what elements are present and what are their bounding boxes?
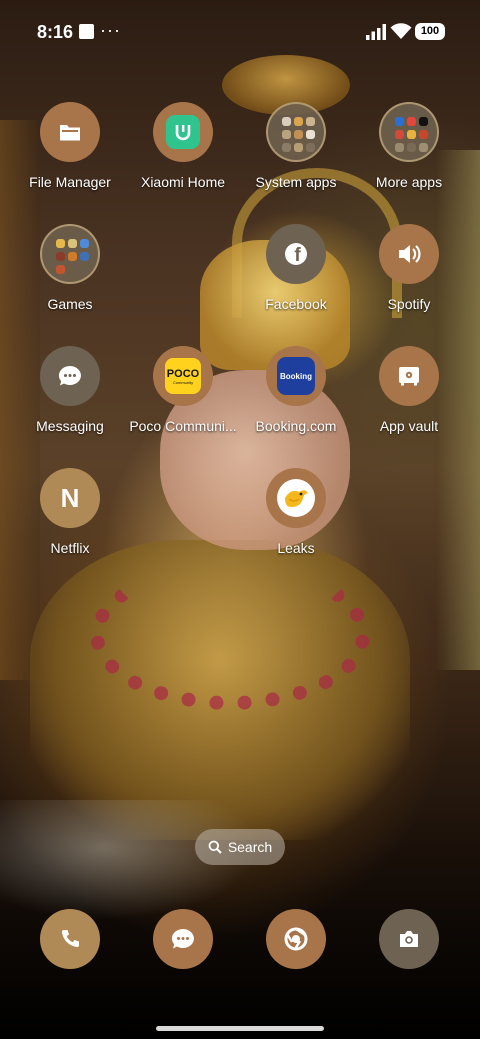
dock-chrome[interactable] xyxy=(266,909,326,969)
phone-icon xyxy=(62,930,79,947)
dock-phone[interactable] xyxy=(40,909,100,969)
app-label: Xiaomi Home xyxy=(140,174,226,190)
wallpaper-garland xyxy=(90,560,370,710)
facebook-icon: f xyxy=(266,224,326,284)
app-label: Facebook xyxy=(265,296,327,312)
mi-home-icon xyxy=(153,102,213,162)
app-label: Spotify xyxy=(387,296,431,312)
app-label: More apps xyxy=(375,174,443,190)
status-time: 8:16 xyxy=(37,22,74,42)
dock-messages[interactable] xyxy=(153,909,213,969)
search-label: Search xyxy=(227,839,273,855)
wifi-icon xyxy=(390,23,412,39)
app-spotify[interactable]: Spotify xyxy=(349,224,469,313)
app-file-manager[interactable]: File Manager xyxy=(10,102,130,191)
poco-logo-text: POCO xyxy=(166,367,200,380)
app-label: File Manager xyxy=(29,174,111,190)
folder-system-apps[interactable]: System apps xyxy=(236,102,356,191)
app-label: App vault xyxy=(379,418,439,434)
poco-icon: POCO Community xyxy=(153,346,213,406)
poco-logo-subtext: Community xyxy=(172,379,194,385)
message-bubble-icon xyxy=(40,346,100,406)
status-bar: 8:16 ··· 100 xyxy=(0,0,480,64)
bird-icon xyxy=(266,468,326,528)
folder-grid-icon xyxy=(379,102,439,162)
app-label: Booking.com xyxy=(255,418,337,434)
app-label: System apps xyxy=(255,174,337,190)
booking-logo-text: Booking xyxy=(280,371,312,381)
chat-bubble-icon xyxy=(171,928,194,949)
notification-square-icon xyxy=(79,24,94,39)
netflix-logo-text: N xyxy=(60,482,80,513)
folder-more-apps[interactable]: More apps xyxy=(349,102,469,191)
app-label: Games xyxy=(47,296,93,312)
wallpaper-idol-body xyxy=(30,540,410,840)
app-booking[interactable]: Booking Booking.com xyxy=(236,346,356,435)
app-label: Messaging xyxy=(36,418,104,434)
folder-grid-icon xyxy=(266,102,326,162)
app-vault[interactable]: App vault xyxy=(349,346,469,435)
app-label: Leaks xyxy=(277,540,315,556)
netflix-n-icon: N xyxy=(40,468,100,528)
more-notifications-icon: ··· xyxy=(100,20,121,40)
app-xiaomi-home[interactable]: Xiaomi Home xyxy=(123,102,243,191)
app-facebook[interactable]: f Facebook xyxy=(236,224,356,313)
app-label: Netflix xyxy=(50,540,90,556)
folder-games[interactable]: Games xyxy=(10,224,130,313)
app-poco-community[interactable]: POCO Community Poco Communi... xyxy=(123,346,243,435)
vault-icon xyxy=(379,346,439,406)
speaker-icon xyxy=(379,224,439,284)
booking-icon: Booking xyxy=(266,346,326,406)
dock-camera[interactable] xyxy=(379,909,439,969)
app-leaks[interactable]: Leaks xyxy=(236,468,356,557)
search-button[interactable]: Search xyxy=(195,829,285,865)
signal-icon xyxy=(366,24,386,40)
folder-grid-icon xyxy=(40,224,100,284)
app-netflix[interactable]: N Netflix xyxy=(10,468,130,557)
app-messaging[interactable]: Messaging xyxy=(10,346,130,435)
search-icon xyxy=(208,840,222,854)
camera-icon xyxy=(400,931,418,947)
battery-icon: 100 xyxy=(415,23,445,40)
folder-icon xyxy=(40,102,100,162)
home-indicator[interactable] xyxy=(156,1026,324,1031)
app-label: Poco Communi... xyxy=(129,418,237,434)
chrome-icon xyxy=(284,927,308,951)
